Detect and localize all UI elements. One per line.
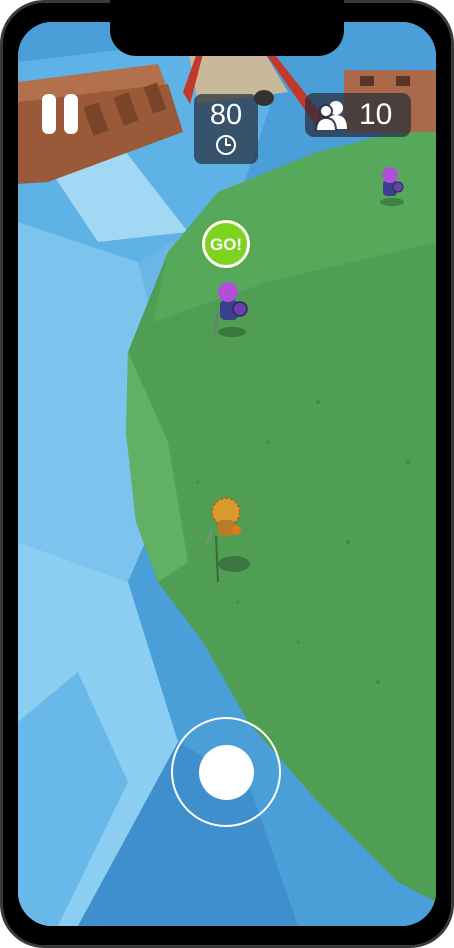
enemy-character [213, 282, 248, 339]
player-character [205, 497, 250, 582]
timer-panel: 80 [194, 94, 258, 164]
enemy-character [380, 167, 404, 206]
phone-device: GO! 80 10 [0, 0, 454, 948]
players-panel: 10 [305, 93, 411, 137]
pause-icon [42, 94, 56, 134]
brick-window [360, 76, 374, 86]
pause-icon [64, 94, 78, 134]
phone-notch [110, 0, 344, 56]
go-badge[interactable]: GO! [202, 220, 250, 268]
brick-window [396, 76, 410, 86]
timer-value: 80 [209, 99, 243, 131]
players-icon [315, 101, 347, 131]
joystick-knob[interactable] [199, 745, 254, 800]
clock-icon [216, 135, 236, 155]
players-count: 10 [359, 98, 393, 131]
pause-button[interactable] [40, 94, 82, 140]
